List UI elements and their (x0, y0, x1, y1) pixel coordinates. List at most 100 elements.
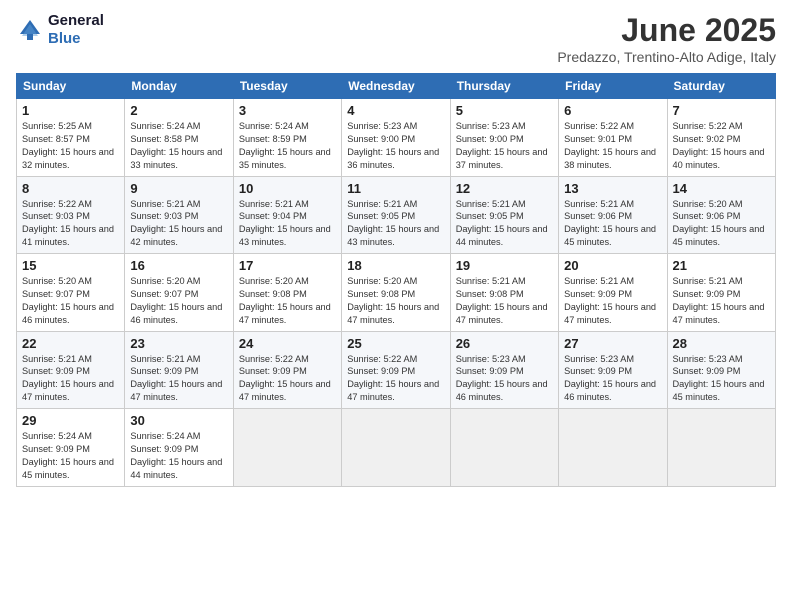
col-saturday: Saturday (667, 74, 775, 99)
calendar-cell: 12Sunrise: 5:21 AMSunset: 9:05 PMDayligh… (450, 176, 558, 254)
calendar-cell (450, 409, 558, 487)
cell-info: Sunrise: 5:22 AMSunset: 9:02 PMDaylight:… (673, 120, 770, 172)
day-number: 7 (673, 103, 770, 118)
cell-info: Sunrise: 5:22 AMSunset: 9:01 PMDaylight:… (564, 120, 661, 172)
calendar-table: Sunday Monday Tuesday Wednesday Thursday… (16, 73, 776, 487)
calendar-cell: 29Sunrise: 5:24 AMSunset: 9:09 PMDayligh… (17, 409, 125, 487)
cell-info: Sunrise: 5:25 AMSunset: 8:57 PMDaylight:… (22, 120, 119, 172)
cell-info: Sunrise: 5:24 AMSunset: 9:09 PMDaylight:… (130, 430, 227, 482)
cell-info: Sunrise: 5:21 AMSunset: 9:03 PMDaylight:… (130, 198, 227, 250)
title-block: June 2025 Predazzo, Trentino-Alto Adige,… (557, 12, 776, 65)
day-number: 25 (347, 336, 444, 351)
cell-info: Sunrise: 5:21 AMSunset: 9:09 PMDaylight:… (130, 353, 227, 405)
day-number: 3 (239, 103, 336, 118)
day-number: 17 (239, 258, 336, 273)
calendar-cell: 21 Sunrise: 5:21 AMSunset: 9:09 PMDayligh… (667, 254, 775, 332)
calendar-cell: 17 Sunrise: 5:20 AMSunset: 9:08 PMDayligh… (233, 254, 341, 332)
cell-info: Sunrise: 5:20 AMSunset: 9:07 PMDaylight:… (130, 275, 227, 327)
cell-info: Sunrise: 5:23 AMSunset: 9:09 PMDaylight:… (673, 353, 770, 405)
day-number: 26 (456, 336, 553, 351)
day-number: 10 (239, 181, 336, 196)
day-number: 30 (130, 413, 227, 428)
cell-info: Sunrise: 5:22 AMSunset: 9:09 PMDaylight:… (347, 353, 444, 405)
cell-info: Sunrise: 5:24 AMSunset: 8:58 PMDaylight:… (130, 120, 227, 172)
day-number: 21 (673, 258, 770, 273)
calendar-cell: 9 Sunrise: 5:21 AMSunset: 9:03 PMDaylight… (125, 176, 233, 254)
col-tuesday: Tuesday (233, 74, 341, 99)
col-monday: Monday (125, 74, 233, 99)
calendar-cell: 25 Sunrise: 5:22 AMSunset: 9:09 PMDayligh… (342, 331, 450, 409)
day-number: 1 (22, 103, 119, 118)
day-number: 2 (130, 103, 227, 118)
cell-info: Sunrise: 5:20 AMSunset: 9:08 PMDaylight:… (239, 275, 336, 327)
header-row: Sunday Monday Tuesday Wednesday Thursday… (17, 74, 776, 99)
calendar-cell: 22 Sunrise: 5:21 AMSunset: 9:09 PMDayligh… (17, 331, 125, 409)
cell-info: Sunrise: 5:21 AMSunset: 9:05 PMDaylight:… (347, 198, 444, 250)
calendar-cell: 26Sunrise: 5:23 AMSunset: 9:09 PMDayligh… (450, 331, 558, 409)
day-number: 6 (564, 103, 661, 118)
calendar-cell: 3Sunrise: 5:24 AMSunset: 8:59 PMDaylight… (233, 99, 341, 177)
day-number: 14 (673, 181, 770, 196)
col-friday: Friday (559, 74, 667, 99)
calendar-cell: 28Sunrise: 5:23 AMSunset: 9:09 PMDayligh… (667, 331, 775, 409)
day-number: 16 (130, 258, 227, 273)
header: General Blue June 2025 Predazzo, Trentin… (16, 12, 776, 65)
col-sunday: Sunday (17, 74, 125, 99)
day-number: 8 (22, 181, 119, 196)
day-number: 11 (347, 181, 444, 196)
week-row-5: 29 Sunrise: 5:24 AMSunset: 9:09 PMDayligh… (17, 409, 776, 487)
calendar-cell (233, 409, 341, 487)
main-title: June 2025 (557, 12, 776, 49)
calendar-cell: 23Sunrise: 5:21 AMSunset: 9:09 PMDayligh… (125, 331, 233, 409)
week-row-4: 22 Sunrise: 5:21 AMSunset: 9:09 PMDayligh… (17, 331, 776, 409)
cell-info: Sunrise: 5:23 AMSunset: 9:00 PMDaylight:… (347, 120, 444, 172)
calendar-cell: 2 Sunrise: 5:24 AMSunset: 8:58 PMDaylight… (125, 99, 233, 177)
cell-info: Sunrise: 5:21 AMSunset: 9:05 PMDaylight:… (456, 198, 553, 250)
day-number: 20 (564, 258, 661, 273)
cell-info: Sunrise: 5:21 AMSunset: 9:09 PMDaylight:… (22, 353, 119, 405)
day-number: 29 (22, 413, 119, 428)
col-thursday: Thursday (450, 74, 558, 99)
cell-info: Sunrise: 5:21 AMSunset: 9:04 PMDaylight:… (239, 198, 336, 250)
calendar-cell: 15Sunrise: 5:20 AMSunset: 9:07 PMDayligh… (17, 254, 125, 332)
cell-info: Sunrise: 5:23 AMSunset: 9:00 PMDaylight:… (456, 120, 553, 172)
calendar-cell: 6 Sunrise: 5:22 AMSunset: 9:01 PMDaylight… (559, 99, 667, 177)
calendar-cell (667, 409, 775, 487)
calendar-cell (342, 409, 450, 487)
calendar-cell: 11 Sunrise: 5:21 AMSunset: 9:05 PMDayligh… (342, 176, 450, 254)
week-row-2: 8 Sunrise: 5:22 AMSunset: 9:03 PMDaylight… (17, 176, 776, 254)
day-number: 15 (22, 258, 119, 273)
day-number: 4 (347, 103, 444, 118)
calendar-cell: 24 Sunrise: 5:22 AMSunset: 9:09 PMDayligh… (233, 331, 341, 409)
calendar-cell: 13 Sunrise: 5:21 AMSunset: 9:06 PMDayligh… (559, 176, 667, 254)
calendar-cell: 16 Sunrise: 5:20 AMSunset: 9:07 PMDayligh… (125, 254, 233, 332)
calendar-cell (559, 409, 667, 487)
cell-info: Sunrise: 5:21 AMSunset: 9:06 PMDaylight:… (564, 198, 661, 250)
day-number: 9 (130, 181, 227, 196)
calendar-cell: 10 Sunrise: 5:21 AMSunset: 9:04 PMDayligh… (233, 176, 341, 254)
logo-icon (16, 16, 44, 44)
cell-info: Sunrise: 5:23 AMSunset: 9:09 PMDaylight:… (564, 353, 661, 405)
calendar-cell: 19Sunrise: 5:21 AMSunset: 9:08 PMDayligh… (450, 254, 558, 332)
calendar-cell: 7 Sunrise: 5:22 AMSunset: 9:02 PMDaylight… (667, 99, 775, 177)
calendar-cell: 1 Sunrise: 5:25 AMSunset: 8:57 PMDaylight… (17, 99, 125, 177)
calendar-cell: 27 Sunrise: 5:23 AMSunset: 9:09 PMDayligh… (559, 331, 667, 409)
cell-info: Sunrise: 5:22 AMSunset: 9:03 PMDaylight:… (22, 198, 119, 250)
day-number: 27 (564, 336, 661, 351)
calendar-cell: 8 Sunrise: 5:22 AMSunset: 9:03 PMDaylight… (17, 176, 125, 254)
cell-info: Sunrise: 5:21 AMSunset: 9:09 PMDaylight:… (673, 275, 770, 327)
day-number: 22 (22, 336, 119, 351)
day-number: 24 (239, 336, 336, 351)
logo-text: General Blue (48, 12, 104, 48)
cell-info: Sunrise: 5:22 AMSunset: 9:09 PMDaylight:… (239, 353, 336, 405)
calendar-cell: 30 Sunrise: 5:24 AMSunset: 9:09 PMDayligh… (125, 409, 233, 487)
calendar-page: General Blue June 2025 Predazzo, Trentin… (0, 0, 792, 612)
day-number: 5 (456, 103, 553, 118)
calendar-cell: 4 Sunrise: 5:23 AMSunset: 9:00 PMDaylight… (342, 99, 450, 177)
col-wednesday: Wednesday (342, 74, 450, 99)
day-number: 13 (564, 181, 661, 196)
calendar-cell: 5 Sunrise: 5:23 AMSunset: 9:00 PMDaylight… (450, 99, 558, 177)
cell-info: Sunrise: 5:20 AMSunset: 9:08 PMDaylight:… (347, 275, 444, 327)
cell-info: Sunrise: 5:20 AMSunset: 9:06 PMDaylight:… (673, 198, 770, 250)
subtitle: Predazzo, Trentino-Alto Adige, Italy (557, 49, 776, 65)
